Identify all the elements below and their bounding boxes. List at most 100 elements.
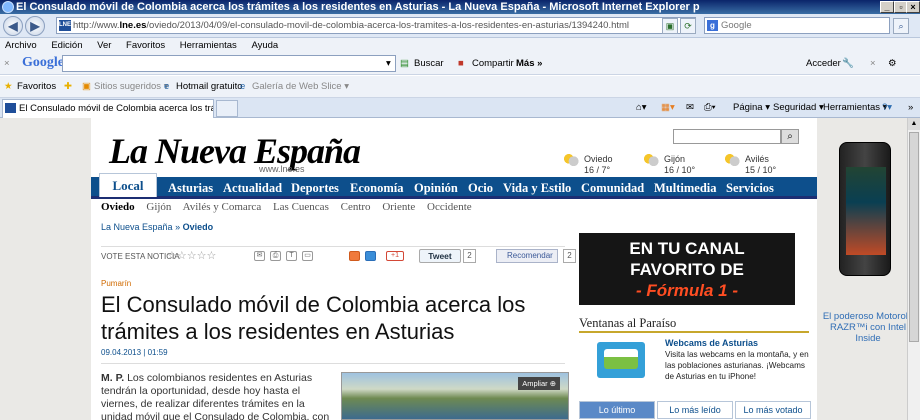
subnav-gijon[interactable]: Gijón <box>146 201 171 213</box>
article-photo[interactable]: Ampliar ⊕ <box>341 372 569 420</box>
acceder-button[interactable]: Acceder <box>806 58 841 69</box>
article-kicker: Pumarín <box>101 279 132 288</box>
window-title: El Consulado móvil de Colombia acerca lo… <box>16 1 700 13</box>
nav-comunidad[interactable]: Comunidad <box>581 179 644 197</box>
tab-favicon <box>5 103 16 113</box>
subnav-oriente[interactable]: Oriente <box>382 201 415 213</box>
comment-icon[interactable]: ▭ <box>302 251 313 261</box>
vote-stars[interactable]: ☆☆☆☆☆ <box>167 249 216 262</box>
compatibility-view-icon[interactable]: ▣ <box>662 18 678 34</box>
close-window-button[interactable]: × <box>906 1 920 13</box>
site-search-icon[interactable]: ⌕ <box>781 129 799 144</box>
mail-icon[interactable]: ✉ <box>686 101 694 115</box>
meneame-icon[interactable] <box>349 251 360 261</box>
command-more-icon[interactable]: » <box>908 101 913 115</box>
search-provider-input[interactable]: g Google <box>704 17 890 34</box>
google-plus-icon[interactable]: +1 <box>386 251 404 261</box>
refresh-icon[interactable]: ⟳ <box>680 18 696 34</box>
subnav-cuencas[interactable]: Las Cuencas <box>273 201 329 213</box>
favoritos-button[interactable]: Favoritos <box>17 76 56 98</box>
landscape-icon <box>604 349 638 369</box>
motorola-ad-text[interactable]: El poderoso Motorola RAZR™i con Intel In… <box>818 311 907 344</box>
mas-button[interactable]: Más » <box>516 58 542 69</box>
hotmail-link[interactable]: Hotmail gratuito <box>176 76 243 98</box>
search-icon[interactable]: ⌕ <box>893 18 909 34</box>
webcam-title[interactable]: Webcams de Asturias <box>665 338 758 348</box>
email-icon[interactable]: ✉ <box>254 251 265 261</box>
tweet-button[interactable]: Tweet <box>419 249 461 263</box>
facebook-recommend-button[interactable]: Recomendar <box>496 249 558 263</box>
subnav-oviedo[interactable]: Oviedo <box>101 201 135 213</box>
nav-servicios[interactable]: Servicios <box>726 179 774 197</box>
weather-city: Oviedo <box>584 154 613 164</box>
menu-edicion[interactable]: Edición <box>51 40 82 51</box>
toolbar-close-icon[interactable]: × <box>4 58 10 69</box>
site-search-input[interactable] <box>673 129 781 144</box>
help-icon[interactable]: ?▾ <box>882 101 892 115</box>
favorites-star-icon: ★ <box>4 81 13 92</box>
weather-temp: 16 / 10° <box>664 165 696 175</box>
tweet-count: 2 <box>463 249 476 263</box>
add-favorite-icon[interactable]: ✚ <box>64 76 72 98</box>
scroll-thumb[interactable] <box>909 132 919 342</box>
nav-asturias[interactable]: Asturias <box>168 179 213 197</box>
nav-economia[interactable]: Economía <box>350 179 403 197</box>
nav-actualidad[interactable]: Actualidad <box>223 179 282 197</box>
menu-ayuda[interactable]: Ayuda <box>251 40 278 51</box>
ampliar-button[interactable]: Ampliar ⊕ <box>518 377 560 390</box>
print-icon[interactable]: ⎙▾ <box>704 101 716 115</box>
nav-vida-y-estilo[interactable]: Vida y Estilo <box>503 179 571 197</box>
herramientas-menu[interactable]: Herramientas ▾ <box>823 101 887 115</box>
site-logo[interactable]: La Nueva España <box>109 130 361 172</box>
toolbar-settings-icon[interactable]: ⚙ <box>888 58 897 69</box>
tab-lo-mas-leido[interactable]: Lo más leído <box>657 401 733 419</box>
sitios-sugeridos-link[interactable]: Sitios sugeridos ▾ <box>94 76 168 98</box>
minimize-button[interactable]: _ <box>880 1 894 13</box>
compartir-button[interactable]: Compartir <box>472 58 514 69</box>
nav-multimedia[interactable]: Multimedia <box>654 179 717 197</box>
forward-button[interactable]: ▶ <box>25 16 45 36</box>
url-path: /oviedo/2013/04/09/el-consulado-movil-de… <box>146 20 630 31</box>
vertical-scrollbar[interactable]: ▲ <box>907 118 920 420</box>
formula1-ad-banner[interactable]: EN TU CANAL FAVORITO DE - Fórmula 1 - <box>579 233 795 305</box>
seguridad-menu[interactable]: Seguridad ▾ <box>773 101 824 115</box>
google-search-input[interactable] <box>62 55 396 72</box>
home-icon[interactable]: ⌂▾ <box>636 101 647 115</box>
menu-ver[interactable]: Ver <box>97 40 111 51</box>
tab-bar: El Consulado móvil de Colombia acerca lo… <box>0 98 920 118</box>
breadcrumb-section[interactable]: Oviedo <box>183 222 214 232</box>
scroll-up-icon[interactable]: ▲ <box>908 118 920 130</box>
nav-deportes[interactable]: Deportes <box>291 179 339 197</box>
menu-herramientas[interactable]: Herramientas <box>180 40 237 51</box>
menu-archivo[interactable]: Archivo <box>5 40 37 51</box>
print-article-icon[interactable]: ⎙ <box>270 251 281 261</box>
pagina-menu[interactable]: Página ▾ <box>733 101 770 115</box>
motorola-phone-image[interactable] <box>839 142 891 276</box>
delicious-icon[interactable] <box>365 251 376 261</box>
subnav-aviles[interactable]: Avilés y Comarca <box>183 201 262 213</box>
webcam-image[interactable] <box>597 342 645 378</box>
menu-favoritos[interactable]: Favoritos <box>126 40 165 51</box>
article-author: M. P. <box>101 372 125 384</box>
ampliar-label: Ampliar <box>522 379 548 388</box>
breadcrumb-home[interactable]: La Nueva España <box>101 222 173 232</box>
new-tab-button[interactable] <box>216 100 238 117</box>
back-button[interactable]: ◀ <box>3 16 23 36</box>
address-input[interactable]: LNE http://www.lne.es/oviedo/2013/04/09/… <box>56 17 696 34</box>
tweet-label: Tweet <box>428 251 452 261</box>
toolbar-close-icon-2[interactable]: × <box>870 58 876 69</box>
tab-lo-ultimo[interactable]: Lo último <box>579 401 655 419</box>
nav-local[interactable]: Local <box>99 173 157 197</box>
tab-lo-mas-votado[interactable]: Lo más votado <box>735 401 811 419</box>
subnav-centro[interactable]: Centro <box>341 201 371 213</box>
galeria-web-slice-link[interactable]: Galería de Web Slice ▾ <box>252 76 349 98</box>
font-size-icon[interactable]: T <box>286 251 297 261</box>
buscar-button[interactable]: Buscar <box>414 58 444 69</box>
nav-ocio[interactable]: Ocio <box>468 179 493 197</box>
rss-icon[interactable]: ▦▾ <box>661 101 675 115</box>
wrench-icon[interactable]: 🔧 <box>842 58 854 69</box>
google-search-dropdown-icon[interactable]: ▾ <box>386 58 391 69</box>
nav-opinion[interactable]: Opinión <box>414 179 458 197</box>
subnav-occidente[interactable]: Occidente <box>427 201 472 213</box>
tab-current[interactable]: El Consulado móvil de Colombia acerca lo… <box>2 99 214 118</box>
